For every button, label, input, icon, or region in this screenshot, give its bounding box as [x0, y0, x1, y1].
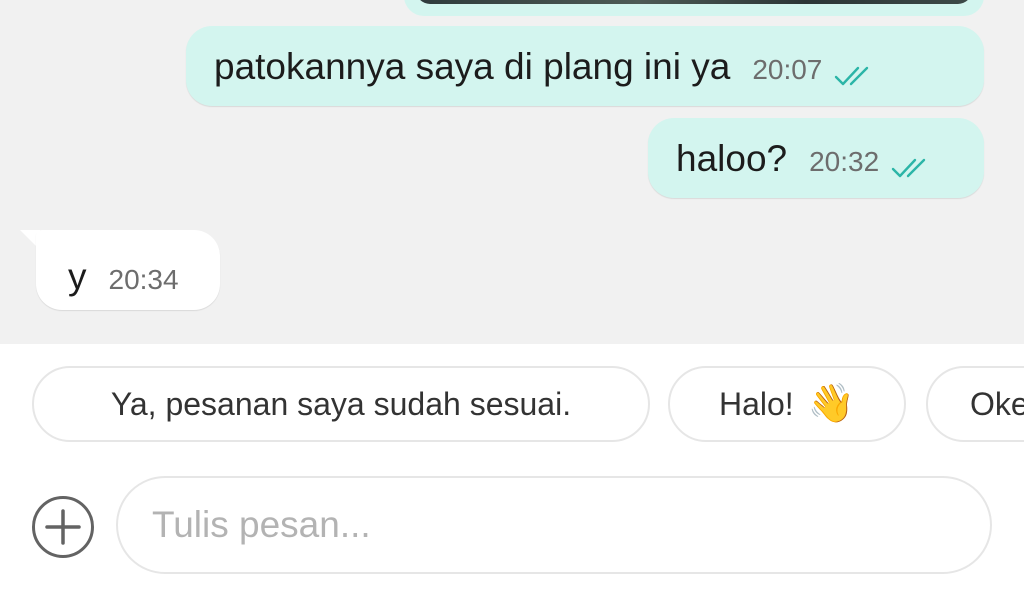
plus-circle-icon[interactable]: [32, 496, 94, 558]
image-thumbnail[interactable]: [416, 0, 972, 4]
quick-reply-chip[interactable]: Ya, pesanan saya sudah sesuai.: [32, 366, 650, 442]
quick-reply-chip[interactable]: Oke: [926, 366, 1024, 442]
quick-reply-label: Ya, pesanan saya sudah sesuai.: [110, 385, 572, 422]
quick-reply-bar[interactable]: Ya, pesanan saya sudah sesuai. Halo! 👋 O…: [0, 366, 1024, 444]
message-text: haloo?: [676, 138, 788, 179]
quick-reply-label: Halo!: [718, 385, 794, 422]
message-composer: [0, 476, 1024, 576]
waving-hand-icon: 👋: [807, 383, 856, 425]
double-check-icon: [835, 66, 869, 86]
message-text: y: [68, 256, 87, 297]
message-input[interactable]: [116, 476, 992, 574]
outgoing-message[interactable]: patokannya saya di plang ini ya 20:07: [186, 26, 984, 106]
quick-reply-label: Oke: [970, 385, 1024, 422]
message-time: 20:32: [809, 146, 880, 177]
incoming-message[interactable]: y 20:34: [36, 230, 220, 310]
message-time: 20:07: [752, 54, 823, 85]
quick-reply-chip[interactable]: Halo! 👋: [668, 366, 906, 442]
chat-area[interactable]: patokannya saya di plang ini ya 20:07 ha…: [0, 0, 1024, 344]
double-check-icon: [891, 158, 926, 178]
image-message-bubble[interactable]: [404, 0, 984, 16]
outgoing-message[interactable]: haloo? 20:32: [648, 118, 984, 198]
message-text: patokannya saya di plang ini ya: [214, 46, 731, 87]
message-time: 20:34: [108, 264, 179, 295]
